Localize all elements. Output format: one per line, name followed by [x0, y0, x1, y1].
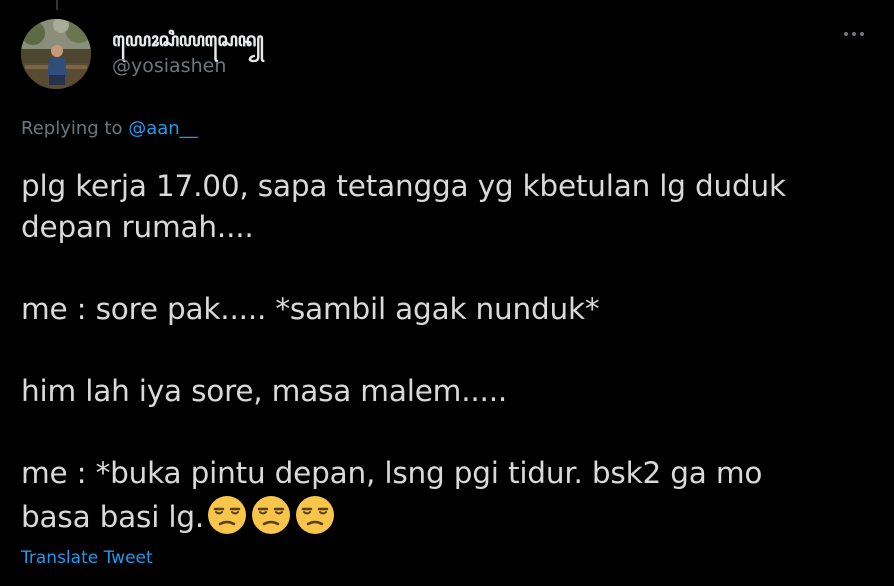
tweet-line: me : *buka pintu depan, lsng pgi tidur. …	[21, 456, 763, 490]
unamused-face-icon	[206, 494, 248, 536]
tweet-text: plg kerja 17.00, sapa tetangga yg kbetul…	[21, 166, 861, 538]
tweet-line: basa basi lg.	[21, 500, 205, 534]
unamused-face-icon	[294, 494, 336, 536]
tweet-line: him lah iya sore, masa malem.....	[21, 374, 508, 408]
tweet-line: plg kerja 17.00, sapa tetangga yg kbetul…	[21, 169, 786, 203]
replying-to-label: Replying to	[21, 118, 129, 139]
tweet-line: depan rumah....	[21, 210, 254, 244]
tweet-line: me : sore pak..... *sambil agak nunduk*	[21, 292, 600, 326]
translate-tweet-link[interactable]: Translate Tweet	[21, 548, 153, 568]
tweet-last-line: basa basi lg.	[21, 494, 861, 538]
more-horizontal-icon[interactable]	[842, 24, 868, 44]
replying-to: Replying to @aan__	[21, 118, 198, 139]
unamused-face-icon	[250, 494, 292, 536]
author-handle[interactable]: @yosiashen	[112, 55, 226, 77]
reply-mention-link[interactable]: @aan__	[128, 118, 197, 139]
avatar-photo	[21, 19, 91, 89]
thread-connector-line	[56, 0, 58, 10]
avatar[interactable]	[21, 19, 91, 89]
